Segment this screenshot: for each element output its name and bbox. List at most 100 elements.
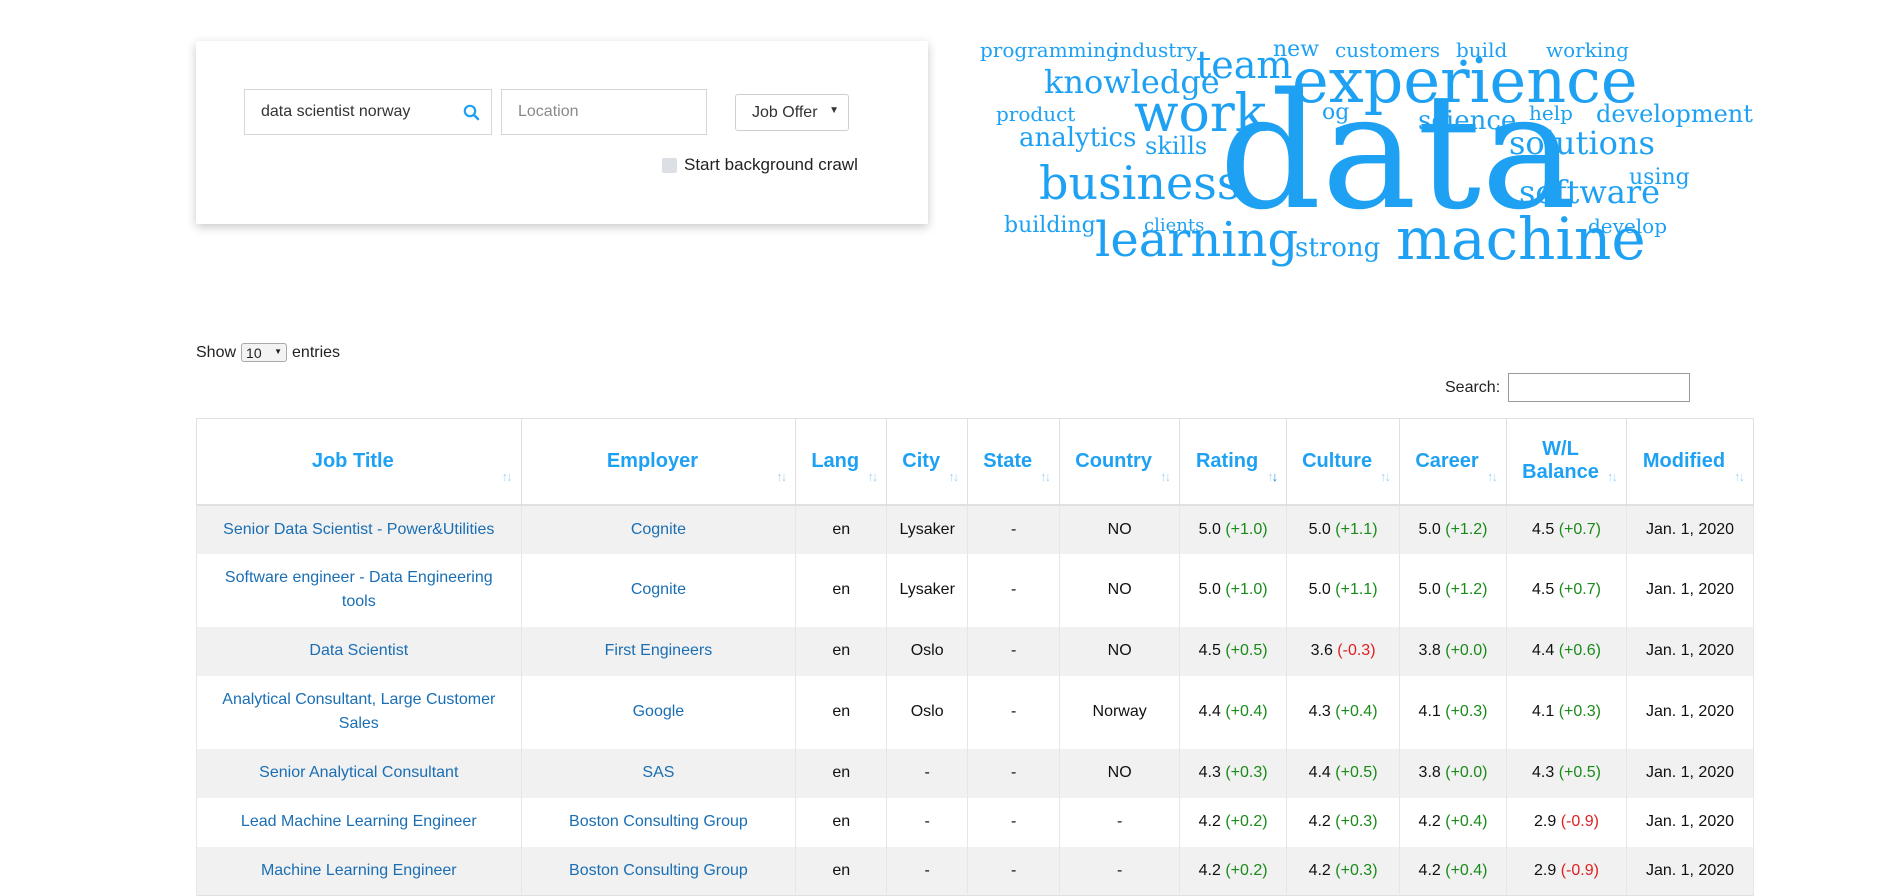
wl-value: 4.3 [1532,764,1555,781]
career-value: 3.8 [1418,764,1441,781]
cell-job-title: Data Scientist [196,626,522,676]
cell-culture: 4.4 (+0.5) [1286,748,1401,798]
cell-culture: 4.3 (+0.4) [1286,675,1401,749]
column-header-job-title[interactable]: Job Title ↑↓ [196,418,522,506]
column-header-state[interactable]: State ↑↓ [967,418,1061,506]
job-title-link[interactable]: Software engineer - Data Engineering too… [225,569,493,610]
job-title-link[interactable]: Lead Machine Learning Engineer [241,813,477,830]
column-label: Job Title [311,449,394,472]
cell-state: - [967,675,1061,749]
cell-modified: Jan. 1, 2020 [1625,626,1755,676]
job-type-select[interactable]: Job Offer ▼ [735,94,849,131]
cell-modified: Jan. 1, 2020 [1625,748,1755,798]
job-title-link[interactable]: Senior Data Scientist - Power&Utilities [223,521,494,538]
rating-delta: (+0.5) [1225,642,1268,659]
wl-delta: (+0.7) [1558,581,1601,598]
employer-link[interactable]: Google [633,703,685,720]
cell-country: - [1059,846,1181,896]
cell-state: - [967,504,1061,554]
cloud-word: development [1596,100,1753,128]
cell-job-title: Analytical Consultant, Large Customer Sa… [196,675,522,749]
column-label: W/L Balance [1522,438,1599,484]
search-label: Search: [1445,378,1501,396]
wl-value: 4.5 [1532,520,1555,538]
employer-link[interactable]: First Engineers [605,642,713,659]
cell-country: NO [1059,553,1181,627]
table-search: Search: [1445,373,1691,402]
column-label: Career [1415,449,1479,472]
culture-delta: (+1.1) [1335,520,1378,538]
cell-culture: 3.6 (-0.3) [1286,626,1401,676]
entries-value: 10 [246,345,262,361]
column-label: Rating [1195,449,1259,472]
column-header-wl-balance[interactable]: W/L Balance ↑↓ [1506,418,1627,506]
column-header-country[interactable]: Country ↑↓ [1059,418,1181,506]
cell-career: 4.1 (+0.3) [1399,675,1507,749]
rating-value: 4.2 [1198,813,1221,830]
culture-value: 4.2 [1308,861,1331,879]
employer-link[interactable]: Cognite [631,581,686,598]
cell-state: - [967,553,1061,627]
cell-country: - [1059,797,1181,847]
column-header-city[interactable]: City ↑↓ [886,418,969,506]
career-value: 3.8 [1418,642,1441,659]
career-value: 4.2 [1418,813,1441,830]
cell-employer: Google [520,675,797,749]
column-header-lang[interactable]: Lang ↑↓ [795,418,888,506]
search-icon[interactable] [459,100,485,124]
cell-city: Oslo [886,675,969,749]
cell-lang: en [795,846,888,896]
location-input[interactable] [502,90,706,134]
table-search-input[interactable] [1508,373,1691,402]
career-delta: (+0.3) [1445,703,1488,720]
cell-wl-balance: 4.4 (+0.6) [1506,626,1627,676]
cell-culture: 4.2 (+0.3) [1286,797,1401,847]
cell-modified: Jan. 1, 2020 [1625,504,1755,554]
rating-delta: (+0.4) [1225,703,1268,720]
cloud-word: industry [1113,38,1198,62]
cell-employer: SAS [520,748,797,798]
job-title-link[interactable]: Data Scientist [309,642,408,659]
employer-link[interactable]: SAS [642,764,674,781]
job-title-link[interactable]: Senior Analytical Consultant [259,764,458,781]
sort-icon: ↑↓ [1380,468,1391,484]
employer-link[interactable]: Boston Consulting Group [569,813,748,830]
column-label: Lang [811,449,860,472]
wl-value: 2.9 [1534,861,1557,879]
job-title-link[interactable]: Analytical Consultant, Large Customer Sa… [222,691,495,732]
cell-city: Lysaker [886,553,969,627]
cell-wl-balance: 2.9 (-0.9) [1506,797,1627,847]
column-header-culture[interactable]: Culture ↑↓ [1286,418,1401,506]
cloud-word: product [996,102,1076,126]
cell-job-title: Senior Analytical Consultant [196,748,522,798]
cell-culture: 4.2 (+0.3) [1286,846,1401,896]
column-header-modified[interactable]: Modified ↑↓ [1625,418,1755,506]
cell-career: 5.0 (+1.2) [1399,553,1507,627]
column-label: Modified [1642,449,1726,472]
employer-link[interactable]: Cognite [631,521,686,538]
crawl-checkbox[interactable] [662,157,677,173]
cell-country: NO [1059,626,1181,676]
job-title-link[interactable]: Machine Learning Engineer [261,862,457,879]
culture-value: 4.3 [1308,703,1331,720]
cell-rating: 5.0 (+1.0) [1179,553,1288,627]
sort-icon: ↑↓ [1734,468,1745,484]
rating-value: 4.4 [1198,703,1221,720]
column-header-career[interactable]: Career ↑↓ [1399,418,1507,506]
cell-career: 3.8 (+0.0) [1399,748,1507,798]
cell-rating: 4.5 (+0.5) [1179,626,1288,676]
column-header-rating[interactable]: Rating ↑↓ [1179,418,1288,506]
entries-select[interactable]: 10 ▼ [241,343,288,362]
employer-link[interactable]: Boston Consulting Group [569,862,748,879]
column-header-employer[interactable]: Employer ↑↓ [520,418,797,506]
show-label: Show [196,343,237,361]
cloud-word: strong [1295,233,1381,263]
cell-modified: Jan. 1, 2020 [1625,553,1755,627]
career-delta: (+1.2) [1445,581,1488,598]
query-input[interactable] [245,90,461,134]
search-panel: Job Offer ▼ Start background crawl [196,41,928,224]
culture-delta: (+0.3) [1335,861,1378,879]
career-value: 4.2 [1418,861,1441,879]
cell-modified: Jan. 1, 2020 [1625,846,1755,896]
cell-country: NO [1059,504,1181,554]
